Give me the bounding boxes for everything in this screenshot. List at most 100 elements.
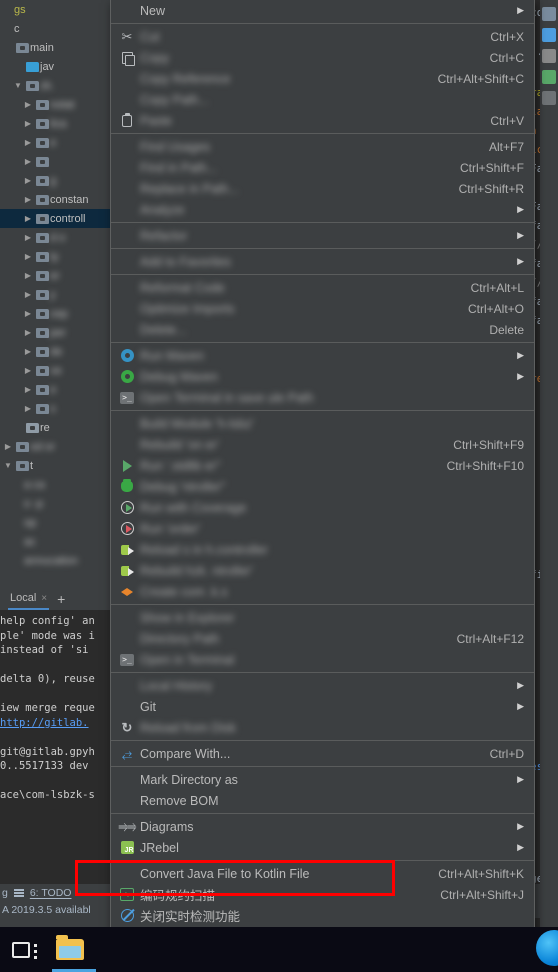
menu-item[interactable]: Analyze ▶ [111,199,534,220]
menu-item[interactable]: ↻ Reload from Disk [111,717,534,738]
tree-item[interactable]: ac [0,532,110,551]
menu-item[interactable]: Create com .k.s [111,581,534,602]
tree-item[interactable]: o -p [0,494,110,513]
tree-item[interactable]: ▶ de [0,342,110,361]
menu-item[interactable]: Replace in Path... Ctrl+Shift+R [111,178,534,199]
menu-item[interactable]: Paste Ctrl+V [111,110,534,131]
menu-item[interactable]: Copy Ctrl+C [111,47,534,68]
menu-item[interactable]: New ▶ [111,0,534,21]
chevron-right-icon[interactable]: ▶ [22,190,34,209]
menu-item[interactable]: Debug Maven ▶ [111,366,534,387]
terminal-tab-local[interactable]: Local × [8,588,50,610]
tree-item[interactable]: ▶ [0,152,110,171]
rail-icon-3[interactable] [542,49,556,63]
task-view-icon[interactable] [12,941,37,960]
menu-item[interactable]: Show in Explorer [111,607,534,628]
menu-item[interactable]: Add to Favorites ▶ [111,251,534,272]
status-update-text[interactable]: A 2019.3.5 availabl [2,904,91,916]
menu-item[interactable]: Copy Reference Ctrl+Alt+Shift+C [111,68,534,89]
menu-item[interactable]: Reload s in h.controller [111,539,534,560]
tree-item[interactable]: ▶ lica [0,114,110,133]
chevron-right-icon[interactable]: ▶ [22,323,34,342]
menu-item[interactable]: Reformat Code Ctrl+Alt+L [111,277,534,298]
project-tree-panel[interactable]: gs c main jav ▼ zk. ▶ notat ▶ lica ▶ e ▶ ▶ g ▶ constan ▶ c… [0,0,110,590]
tree-item[interactable]: ▶ e [0,380,110,399]
menu-item[interactable]: >_ Open Terminal in save ule Path [111,387,534,408]
close-icon[interactable]: × [41,593,47,604]
chevron-right-icon[interactable]: ▶ [22,228,34,247]
menu-item[interactable]: Rebuild 'on er' Ctrl+Shift+F9 [111,434,534,455]
tree-item[interactable]: gs [0,0,110,19]
menu-item[interactable]: Run with Coverage [111,497,534,518]
tree-item[interactable]: op [0,513,110,532]
chevron-right-icon[interactable]: ▶ [22,95,34,114]
tree-item[interactable]: ▶ constan [0,190,110,209]
chevron-right-icon[interactable]: ▶ [22,133,34,152]
chevron-right-icon[interactable]: ▶ [22,285,34,304]
menu-item[interactable]: ∿ 编码规约扫描 Ctrl+Alt+Shift+J [111,884,534,905]
add-icon[interactable]: + [57,591,65,607]
menu-item[interactable]: Build Module 'h-lsbz' [111,413,534,434]
tree-item[interactable]: re [0,418,110,437]
rail-icon-4[interactable] [542,70,556,84]
tree-item[interactable]: ▶ g [0,171,110,190]
rail-icon-1[interactable] [542,7,556,21]
menu-item[interactable]: Rebuild hzk. ntroller' [111,560,534,581]
menu-item[interactable]: Find Usages Alt+F7 [111,136,534,157]
tree-item[interactable]: ▶ od or [0,437,110,456]
menu-item[interactable]: Find in Path... Ctrl+Shift+F [111,157,534,178]
menu-item[interactable]: Copy Path... [111,89,534,110]
chevron-right-icon[interactable]: ▶ [2,437,14,456]
tree-item[interactable]: ▶ s [0,399,110,418]
windows-taskbar[interactable] [0,927,558,972]
tree-item[interactable]: ▶ cep [0,304,110,323]
tree-item[interactable]: ▶ er [0,266,110,285]
tree-item[interactable]: c [0,19,110,38]
folder-icon[interactable] [56,935,84,960]
context-menu[interactable]: New ▶ ✂ Cut Ctrl+X Copy Ctrl+C Copy Reference Ct… [110,0,535,972]
chevron-right-icon[interactable]: ▶ [22,380,34,399]
terminal-link[interactable]: http://gitlab. [0,716,110,731]
chevron-down-icon[interactable]: ▼ [2,456,14,475]
chevron-right-icon[interactable]: ▶ [22,361,34,380]
menu-item[interactable]: JR JRebel ▶ [111,837,534,858]
tree-item[interactable]: ▶ ty [0,247,110,266]
right-toolwindow-rail[interactable] [540,0,558,972]
menu-item[interactable]: Mark Directory as ▶ [111,769,534,790]
chevron-right-icon[interactable]: ▶ [22,342,34,361]
menu-item[interactable]: Convert Java File to Kotlin File Ctrl+Alt… [111,863,534,884]
tree-item[interactable]: ▶ d o [0,228,110,247]
tree-item[interactable]: ▼ t [0,456,110,475]
menu-item[interactable]: Remove BOM [111,790,534,811]
menu-item[interactable]: Run Maven ▶ [111,345,534,366]
menu-item[interactable]: 关闭实时检测功能 [111,905,534,926]
tree-item[interactable]: ▼ zk. [0,76,110,95]
menu-item[interactable]: >_ Open in Terminal [111,649,534,670]
chevron-right-icon[interactable]: ▶ [22,266,34,285]
tree-item-selected[interactable]: ▶ controll [0,209,110,228]
menu-item[interactable]: Run 'order' [111,518,534,539]
chevron-right-icon[interactable]: ▶ [22,209,34,228]
menu-item[interactable]: Directory Path Ctrl+Alt+F12 [111,628,534,649]
tree-item[interactable]: ▶ notat [0,95,110,114]
menu-item[interactable]: Run '.stdlib er" Ctrl+Shift+F10 [111,455,534,476]
menu-item[interactable]: Delete... Delete [111,319,534,340]
chevron-right-icon[interactable]: ▶ [22,171,34,190]
chevron-right-icon[interactable]: ▶ [22,399,34,418]
menu-item[interactable]: Git ▶ [111,696,534,717]
terminal-panel[interactable]: Local × + help config' an ple' mode was i… [0,588,110,884]
rail-icon-5[interactable] [542,91,556,105]
project-tree-rows[interactable]: gs c main jav ▼ zk. ▶ notat ▶ lica ▶ e ▶ ▶ g ▶ constan ▶ c… [0,0,110,570]
menu-item[interactable]: Debug 'ntroller" [111,476,534,497]
tree-item[interactable]: ▶ ve [0,361,110,380]
tree-item[interactable]: ▶ per [0,323,110,342]
terminal-tab-bar[interactable]: Local × + [0,588,110,610]
tree-item[interactable]: a ca [0,475,110,494]
chevron-right-icon[interactable]: ▶ [22,114,34,133]
chevron-right-icon[interactable]: ▶ [22,304,34,323]
menu-item[interactable]: Refactor ▶ [111,225,534,246]
chevron-down-icon[interactable]: ▼ [12,76,24,95]
tree-item[interactable]: ▶ y [0,285,110,304]
menu-item[interactable]: ⥤⥤ Diagrams ▶ [111,816,534,837]
menu-item[interactable]: Optimize Imports Ctrl+Alt+O [111,298,534,319]
